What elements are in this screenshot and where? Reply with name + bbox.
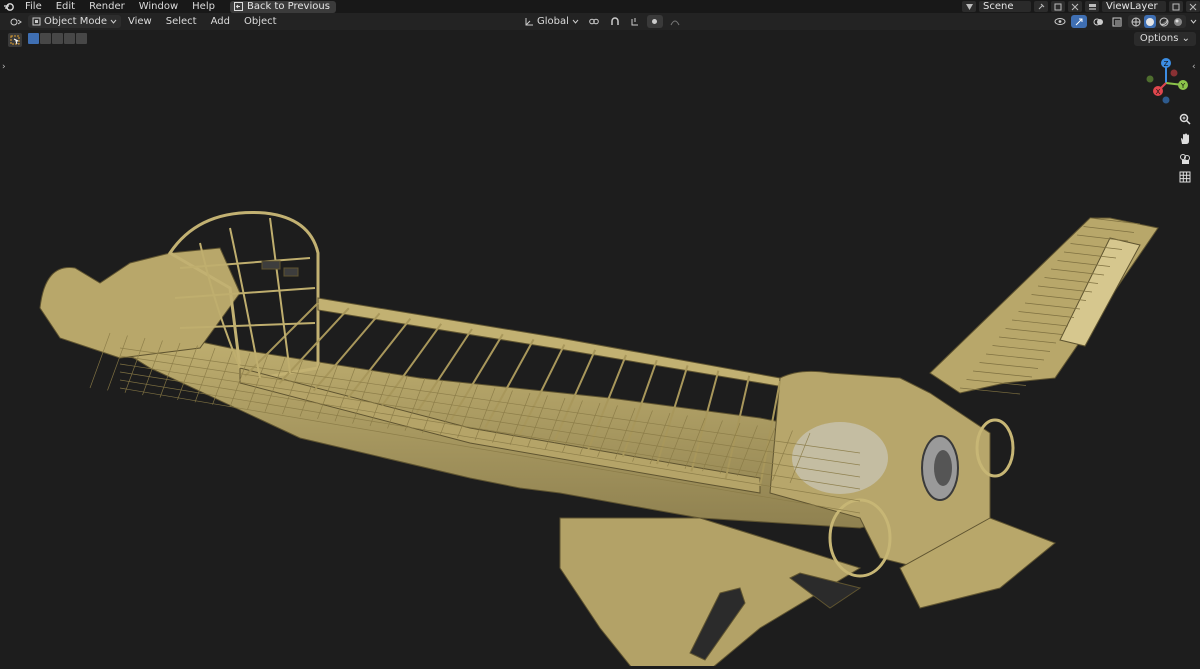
rendered-shading-icon[interactable] xyxy=(1172,15,1184,28)
shading-options-chevron-icon[interactable] xyxy=(1189,15,1198,28)
material-shading-icon[interactable] xyxy=(1158,15,1170,28)
pivot-point-icon[interactable] xyxy=(587,15,603,28)
selection-mode-group xyxy=(28,33,87,44)
gizmo-neg-x[interactable] xyxy=(1170,69,1178,77)
menu-add[interactable]: Add xyxy=(204,16,237,27)
mode-dropdown[interactable]: Object Mode xyxy=(28,15,121,28)
delete-viewlayer-icon[interactable] xyxy=(1186,1,1200,12)
toolbar-expand-arrow-icon[interactable]: › xyxy=(2,62,6,72)
selection-intersect-icon[interactable] xyxy=(76,33,87,44)
back-to-previous-button[interactable]: Back to Previous xyxy=(229,0,336,13)
view-layer-name-field[interactable]: ViewLayer xyxy=(1102,1,1166,12)
sidebar-expand-arrow-icon[interactable]: ‹ xyxy=(1192,62,1196,72)
selection-new-icon[interactable] xyxy=(28,33,39,44)
proportional-edit-icon[interactable] xyxy=(646,15,663,28)
gizmo-neg-z[interactable] xyxy=(1162,96,1170,104)
transform-controls: Global xyxy=(520,15,683,28)
options-label: Options xyxy=(1139,33,1179,44)
options-dropdown[interactable]: Options ⌄ xyxy=(1133,32,1196,46)
falloff-icon[interactable] xyxy=(667,15,683,28)
cockpit-window xyxy=(261,260,281,270)
pin-scene-icon[interactable] xyxy=(1034,1,1048,12)
scene-browse-icon[interactable] xyxy=(962,1,976,12)
viewlayer-browse-icon[interactable] xyxy=(1085,1,1099,12)
menu-render[interactable]: Render xyxy=(82,0,132,13)
menu-object[interactable]: Object xyxy=(237,16,284,27)
visibility-icon[interactable] xyxy=(1052,15,1068,28)
back-icon xyxy=(233,2,243,11)
chevron-down-icon xyxy=(572,19,579,24)
snap-toggle-icon[interactable] xyxy=(607,15,623,28)
editor-type-icon xyxy=(10,18,22,25)
tool-settings-row: Options ⌄ xyxy=(0,30,1200,48)
menu-view[interactable]: View xyxy=(121,16,159,27)
viewport-display-controls xyxy=(1052,15,1198,28)
3d-viewport[interactable] xyxy=(0,48,1200,669)
menu-help[interactable]: Help xyxy=(185,0,222,13)
editor-type-button[interactable] xyxy=(6,15,26,28)
menu-window[interactable]: Window xyxy=(132,0,185,13)
wireframe-shading-icon[interactable] xyxy=(1130,15,1142,28)
selection-subtract-icon[interactable] xyxy=(52,33,63,44)
zoom-icon[interactable] xyxy=(1176,110,1194,128)
gizmo-y-label: Y xyxy=(1180,82,1186,90)
selection-extend-icon[interactable] xyxy=(40,33,51,44)
camera-view-icon[interactable] xyxy=(1176,150,1194,168)
chevron-down-icon xyxy=(110,19,117,24)
xray-toggle-icon[interactable] xyxy=(1109,15,1125,28)
menu-select[interactable]: Select xyxy=(159,16,204,27)
engine-bay-dome xyxy=(792,422,888,494)
menu-edit[interactable]: Edit xyxy=(49,0,82,13)
navigation-gizmo[interactable]: Z Y X xyxy=(1140,55,1192,107)
orientation-label: Global xyxy=(537,16,569,27)
shuttle-nose xyxy=(39,247,241,359)
overlay-toggle-icon[interactable] xyxy=(1090,15,1106,28)
viewport-header: Object Mode View Select Add Object Globa… xyxy=(0,13,1200,30)
shuttle-model xyxy=(39,211,1159,669)
transform-orientation-dropdown[interactable]: Global xyxy=(520,15,583,28)
new-scene-icon[interactable] xyxy=(1051,1,1065,12)
cockpit-window xyxy=(283,267,299,277)
shading-mode-group xyxy=(1128,15,1186,28)
main-engine-nozzle-inner xyxy=(934,450,952,486)
gizmo-z-label: Z xyxy=(1164,60,1169,68)
gizmo-toggle-icon[interactable] xyxy=(1071,15,1087,28)
gizmo-x-label: X xyxy=(1156,88,1161,96)
mode-label: Object Mode xyxy=(44,16,107,27)
blender-logo-icon[interactable] xyxy=(0,0,18,13)
orientation-icon xyxy=(525,17,533,25)
back-to-previous-label: Back to Previous xyxy=(246,1,330,12)
shuttle-geometry xyxy=(39,211,1159,669)
selection-invert-icon[interactable] xyxy=(64,33,75,44)
top-menu-bar: File Edit Render Window Help Back to Pre… xyxy=(0,0,1200,13)
gizmo-neg-y[interactable] xyxy=(1146,75,1154,83)
pan-hand-icon[interactable] xyxy=(1176,130,1194,148)
new-viewlayer-icon[interactable] xyxy=(1169,1,1183,12)
object-mode-icon xyxy=(32,17,41,26)
solid-shading-icon[interactable] xyxy=(1144,15,1156,28)
delete-scene-icon[interactable] xyxy=(1068,1,1082,12)
perspective-toggle-icon[interactable] xyxy=(1176,168,1194,186)
scene-name-field[interactable]: Scene xyxy=(979,1,1031,12)
menu-file[interactable]: File xyxy=(18,0,49,13)
snap-target-icon[interactable] xyxy=(627,15,643,28)
select-box-tool-icon[interactable] xyxy=(8,33,22,47)
topbar-right-controls: Scene ViewLayer xyxy=(962,0,1200,13)
